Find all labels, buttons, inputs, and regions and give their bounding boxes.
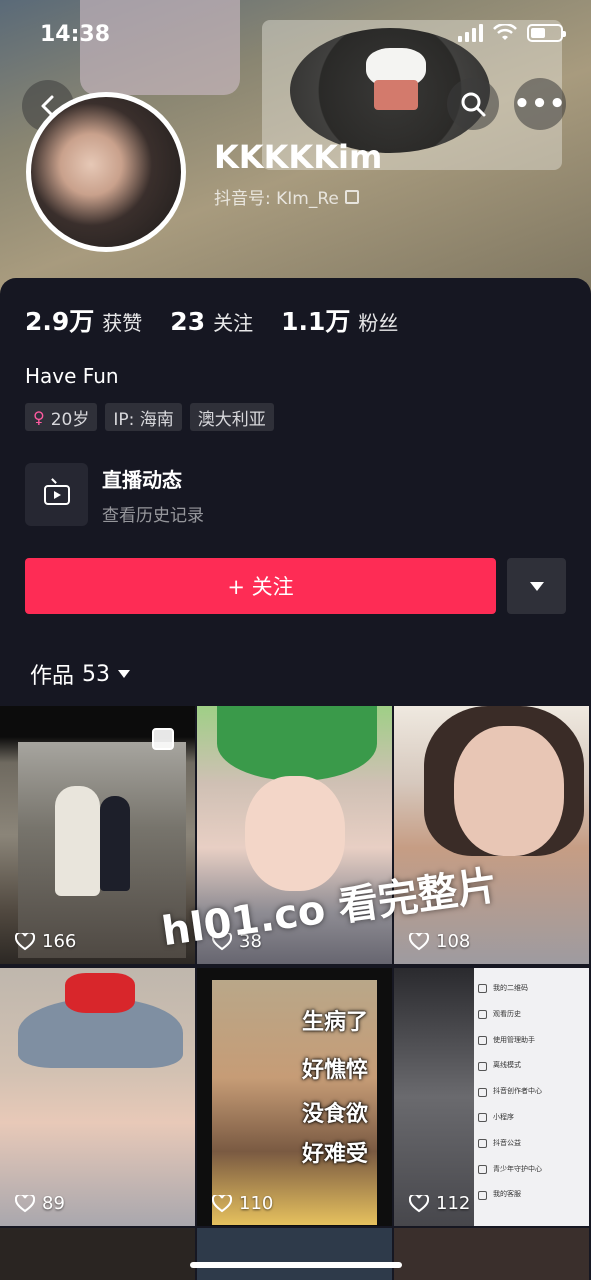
video-thumbnail[interactable] — [0, 1228, 195, 1280]
tag-ip: IP: 海南 — [105, 403, 182, 431]
like-count: 166 — [14, 930, 77, 952]
like-count-text: 112 — [436, 1193, 471, 1214]
like-count: 112 — [408, 1192, 471, 1214]
recommend-dropdown-button[interactable] — [507, 558, 566, 614]
menu-item: 小程序 — [478, 1105, 589, 1131]
multi-photo-icon — [152, 728, 174, 750]
stat-following[interactable]: 23 关注 — [170, 307, 253, 336]
like-count-text: 110 — [239, 1193, 274, 1214]
menu-item: 抖音公益 — [478, 1131, 589, 1157]
works-label: 作品 — [30, 664, 75, 689]
profile-page: 14:38 ••• KKKKKim 抖音号: KIm_Re 2.9万 获赞 23… — [0, 0, 591, 1280]
stats-row: 2.9万 获赞 23 关注 1.1万 粉丝 — [25, 302, 398, 338]
tags-row: ♀ 20岁 IP: 海南 澳大利亚 — [25, 403, 274, 431]
menu-item: 青少年守护中心 — [478, 1157, 589, 1183]
stat-label: 获赞 — [102, 311, 143, 335]
works-tab[interactable]: 作品 53 — [30, 658, 131, 690]
video-thumbnail[interactable]: 108 — [394, 706, 589, 964]
home-indicator[interactable] — [190, 1262, 402, 1268]
douyin-id-text: 抖音号: KIm_Re — [214, 189, 339, 209]
search-button[interactable] — [447, 78, 499, 130]
like-count: 110 — [211, 1192, 274, 1214]
avatar[interactable] — [26, 92, 186, 252]
overlay-caption: 好难受 — [301, 1142, 368, 1167]
heart-icon — [408, 930, 430, 951]
stat-label: 粉丝 — [358, 311, 399, 335]
menu-item: 观看历史 — [478, 1002, 589, 1028]
live-tv-icon — [25, 463, 88, 526]
overlay-caption: 生病了 — [301, 1010, 368, 1035]
status-time: 14:38 — [40, 22, 111, 47]
live-subtitle: 查看历史记录 — [102, 505, 204, 526]
follow-button[interactable]: + 关注 — [25, 558, 496, 614]
nickname: KKKKKim — [214, 138, 383, 176]
battery-icon — [527, 24, 566, 42]
copy-icon[interactable] — [344, 189, 359, 204]
signal-icon — [458, 24, 483, 42]
wifi-icon — [493, 24, 517, 40]
menu-item: 我的二维码 — [478, 976, 589, 1002]
status-icons — [458, 24, 566, 42]
menu-item: 抖音创作者中心 — [478, 1079, 589, 1105]
video-thumbnail[interactable]: 生病了 好憔悴 没食欲 好难受 110 — [197, 968, 392, 1226]
heart-icon — [14, 930, 36, 951]
video-thumbnail[interactable] — [394, 1228, 589, 1280]
like-count: 89 — [14, 1192, 65, 1214]
stat-num: 2.9万 — [25, 307, 95, 336]
tag-age: ♀ 20岁 — [25, 403, 98, 431]
video-thumbnail[interactable] — [197, 1228, 392, 1280]
menu-item: 离线模式 — [478, 1053, 589, 1079]
video-thumbnail[interactable]: 89 — [0, 968, 195, 1226]
status-bar: 14:38 — [0, 0, 591, 70]
overlay-caption: 没食欲 — [301, 1102, 368, 1127]
live-history-entry[interactable]: 直播动态 查看历史记录 — [25, 463, 204, 526]
like-count-text: 108 — [436, 931, 471, 952]
works-grid: 166 38 108 89 生病了 好憔悴 没食欲 好难受 110 我的二维码 … — [0, 706, 591, 1280]
video-thumbnail[interactable]: 我的二维码 观看历史 使用管理助手 离线模式 抖音创作者中心 小程序 抖音公益 … — [394, 968, 589, 1226]
live-title: 直播动态 — [102, 467, 182, 492]
bio: Have Fun — [25, 364, 119, 388]
menu-item: 我的客服 — [478, 1182, 589, 1208]
like-count-text: 89 — [42, 1193, 65, 1214]
tag-age-text: 20岁 — [50, 409, 90, 430]
search-icon — [461, 92, 486, 117]
stat-likes[interactable]: 2.9万 获赞 — [25, 302, 142, 338]
triangle-down-icon — [529, 581, 544, 591]
like-count-text: 166 — [42, 931, 77, 952]
screenshot-menu: 我的二维码 观看历史 使用管理助手 离线模式 抖音创作者中心 小程序 抖音公益 … — [478, 976, 589, 1208]
female-icon: ♀ — [33, 407, 45, 427]
overlay-caption: 好憔悴 — [301, 1058, 368, 1083]
stat-num: 23 — [170, 307, 206, 336]
heart-icon — [211, 1192, 233, 1213]
works-count: 53 — [82, 661, 111, 687]
douyin-id[interactable]: 抖音号: KIm_Re — [214, 184, 359, 209]
stat-followers[interactable]: 1.1万 粉丝 — [281, 302, 398, 338]
more-icon: ••• — [513, 89, 567, 119]
like-count: 108 — [408, 930, 471, 952]
stat-num: 1.1万 — [281, 307, 351, 336]
triangle-down-icon — [118, 670, 131, 678]
menu-item: 使用管理助手 — [478, 1028, 589, 1054]
heart-icon — [14, 1192, 36, 1213]
heart-icon — [408, 1192, 430, 1213]
stat-label: 关注 — [213, 311, 254, 335]
more-button[interactable]: ••• — [514, 78, 566, 130]
tag-region: 澳大利亚 — [189, 403, 274, 431]
